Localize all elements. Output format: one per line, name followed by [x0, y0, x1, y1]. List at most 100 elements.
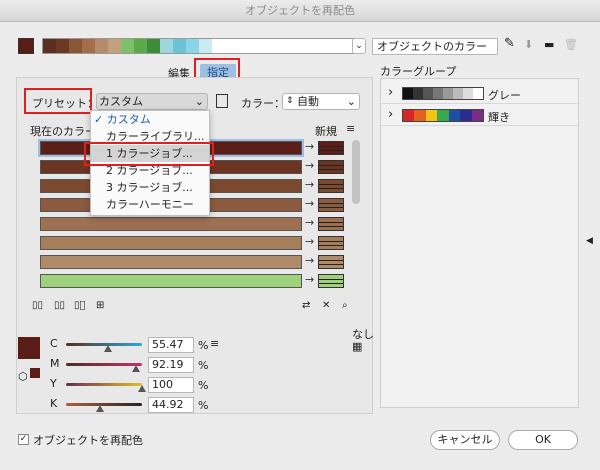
group-name: 輝き — [488, 111, 510, 124]
selected-color-swatch — [18, 337, 40, 359]
strip-swatch[interactable] — [173, 39, 186, 53]
arrow-icon[interactable]: → — [305, 235, 314, 248]
strip-dropdown[interactable]: ⌄ — [352, 38, 366, 54]
expand-chevron-icon[interactable]: › — [388, 85, 393, 100]
strip-swatch[interactable] — [147, 39, 160, 53]
expand-chevron-icon[interactable]: › — [388, 107, 393, 122]
cancel-button[interactable]: キャンセル — [430, 430, 500, 450]
strip-swatch[interactable] — [56, 39, 69, 53]
randomize-saturation-icon[interactable]: ✕ — [322, 300, 330, 311]
slider-thumb[interactable] — [96, 405, 105, 412]
strip-swatch[interactable] — [199, 39, 212, 53]
new-color-box[interactable] — [318, 236, 344, 250]
arrow-icon[interactable]: → — [305, 216, 314, 229]
cmyk-slider[interactable] — [66, 383, 142, 386]
window-title: オブジェクトを再配色 — [0, 0, 600, 22]
slider-thumb[interactable] — [131, 365, 140, 372]
group-swatches[interactable] — [402, 87, 484, 100]
arrow-icon[interactable]: → — [305, 273, 314, 286]
arrow-icon[interactable]: → — [305, 197, 314, 210]
strip-swatch[interactable] — [43, 39, 56, 53]
eyedropper-icon[interactable]: ✎ — [504, 36, 515, 51]
strip-swatch[interactable] — [186, 39, 199, 53]
cmyk-value-input[interactable]: 92.19 — [148, 357, 194, 373]
new-header: 新規 — [315, 125, 337, 138]
group-swatch[interactable] — [413, 88, 423, 99]
new-color-box[interactable] — [318, 179, 344, 193]
arrow-icon[interactable]: → — [305, 140, 314, 153]
group-swatch[interactable] — [460, 110, 472, 121]
group-swatch[interactable] — [423, 88, 433, 99]
randomize-order-icon[interactable]: ⇄ — [302, 300, 310, 311]
new-color-box[interactable] — [318, 217, 344, 231]
stepper-icon: ⇕ — [286, 96, 294, 106]
cmyk-value-input[interactable]: 55.47 — [148, 337, 194, 353]
preset-select[interactable]: カスタム ⌄ — [96, 93, 208, 110]
group-swatch[interactable] — [414, 110, 426, 121]
arrow-icon[interactable]: → — [305, 178, 314, 191]
slider-thumb[interactable] — [103, 345, 112, 352]
group-swatch[interactable] — [403, 88, 413, 99]
new-color-box[interactable] — [318, 141, 344, 155]
group-swatch[interactable] — [433, 88, 443, 99]
group-swatch[interactable] — [473, 88, 483, 99]
current-color-row[interactable] — [40, 255, 302, 269]
save-group-icon[interactable]: ⬇ — [524, 38, 533, 51]
new-color-box[interactable] — [318, 274, 344, 288]
current-color-row[interactable] — [40, 274, 302, 288]
separate-colors-icon[interactable]: ▯▯ — [54, 300, 65, 311]
group-swatch[interactable] — [443, 88, 453, 99]
recolor-checkbox[interactable]: ✓ — [18, 434, 29, 445]
exclude-colors-icon[interactable]: ▯⃠ — [74, 300, 86, 311]
list-menu-icon[interactable]: ≡ — [346, 122, 355, 135]
scrollbar[interactable] — [352, 140, 360, 204]
cmyk-label: C — [50, 337, 58, 350]
color-strip[interactable] — [42, 38, 358, 54]
current-color-row[interactable] — [40, 217, 302, 231]
preset-menu-item[interactable]: 3 カラージョブ... — [91, 179, 209, 196]
group-swatch[interactable] — [471, 110, 483, 121]
artwork-color-swatch[interactable] — [18, 38, 34, 54]
strip-swatch[interactable] — [95, 39, 108, 53]
new-color-box[interactable] — [318, 160, 344, 174]
cmyk-value-input[interactable]: 100 — [148, 377, 194, 393]
name-field[interactable]: オブジェクトのカラー — [372, 38, 498, 55]
group-swatch[interactable] — [453, 88, 463, 99]
preset-menu-item[interactable]: ✓ カスタム — [91, 111, 209, 128]
folder-icon[interactable]: ▬ — [544, 38, 554, 51]
cmyk-slider[interactable] — [66, 363, 142, 366]
strip-swatch[interactable] — [121, 39, 134, 53]
cube-icon[interactable]: ⬡ — [18, 370, 28, 383]
find-colors-icon[interactable]: ⌕ — [342, 300, 348, 311]
color-mode-select[interactable]: 自動 ⇕ ⌄ — [282, 93, 360, 110]
new-row-icon[interactable]: ⊞ — [96, 300, 104, 311]
strip-swatch[interactable] — [108, 39, 121, 53]
new-color-box[interactable] — [318, 198, 344, 212]
grid-icon[interactable]: ▦ — [352, 340, 362, 353]
slider-thumb[interactable] — [138, 385, 146, 392]
strip-swatch[interactable] — [69, 39, 82, 53]
preset-menu-item[interactable]: カラーハーモニー — [91, 196, 209, 213]
color-mode-label: カラー： — [241, 97, 285, 110]
cmyk-value-input[interactable]: 44.92 — [148, 397, 194, 413]
group-swatch[interactable] — [463, 88, 473, 99]
arrow-icon[interactable]: → — [305, 254, 314, 267]
group-swatches[interactable] — [402, 109, 484, 122]
group-swatch[interactable] — [448, 110, 461, 121]
group-swatch[interactable] — [425, 110, 438, 121]
arrow-icon[interactable]: → — [305, 159, 314, 172]
group-swatch[interactable] — [403, 110, 415, 121]
group-swatch[interactable] — [437, 110, 449, 121]
strip-swatch[interactable] — [134, 39, 147, 53]
percent-label: % — [198, 379, 209, 392]
merge-colors-icon[interactable]: ▯▯ — [32, 300, 43, 311]
strip-swatch[interactable] — [160, 39, 173, 53]
preset-options-icon[interactable] — [216, 94, 228, 108]
ok-button[interactable]: OK — [508, 430, 578, 450]
new-color-box[interactable] — [318, 255, 344, 269]
strip-swatch[interactable] — [82, 39, 95, 53]
collapse-arrow-icon[interactable]: ◀ — [586, 236, 593, 246]
current-color-row[interactable] — [40, 236, 302, 250]
trash-icon[interactable]: 🗑 — [564, 38, 578, 51]
cmyk-menu-icon[interactable]: ≡ — [210, 337, 219, 350]
